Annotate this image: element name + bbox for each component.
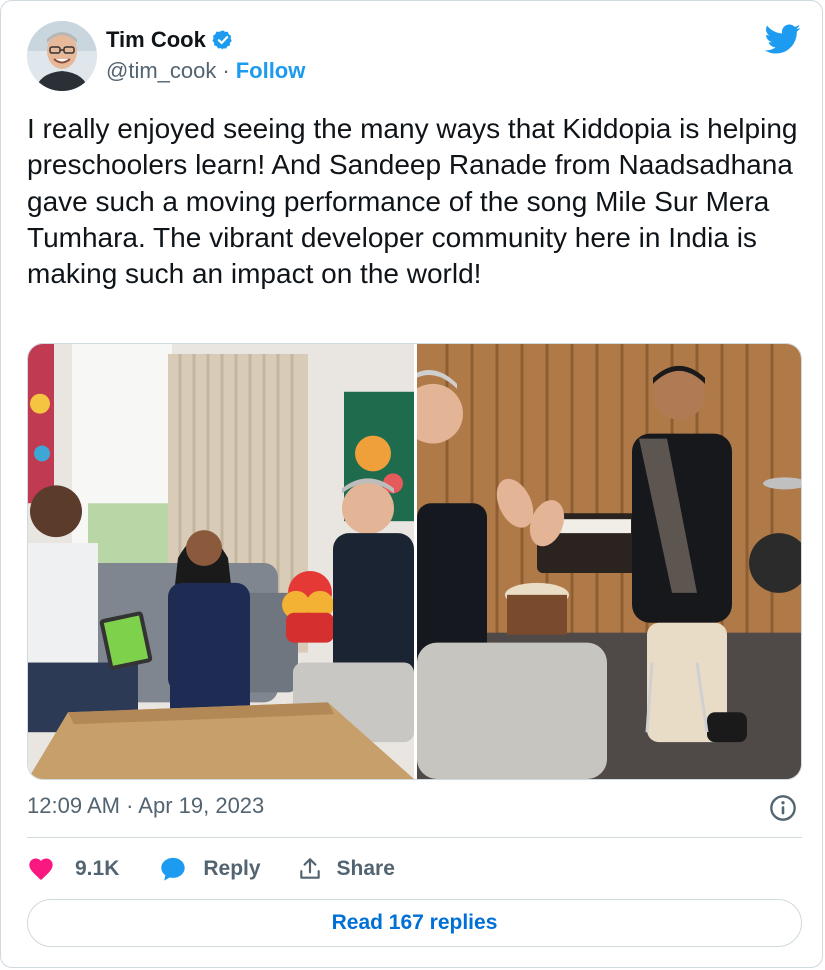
tweet-timestamp[interactable]: 12:09 AM · Apr 19, 2023: [27, 793, 264, 819]
reply-bubble-icon: [161, 857, 186, 881]
reply-action[interactable]: Reply: [159, 855, 261, 883]
author-handle[interactable]: @tim_cook: [106, 58, 216, 84]
reply-label: Reply: [203, 857, 261, 880]
heart-icon: [29, 858, 53, 880]
follow-button[interactable]: Follow: [236, 58, 306, 84]
photo-kiddopia-meeting[interactable]: [28, 344, 414, 779]
tweet-text: I really enjoyed seeing the many ways th…: [27, 113, 798, 290]
separator-dot: ·: [222, 58, 230, 83]
divider: [27, 837, 802, 838]
like-count: 9.1K: [75, 857, 120, 880]
author-name[interactable]: Tim Cook: [106, 27, 206, 53]
read-replies-button[interactable]: Read 167 replies: [27, 899, 802, 947]
tweet-media[interactable]: [27, 343, 802, 780]
avatar[interactable]: [27, 21, 97, 91]
photo-naadsadhana-performance[interactable]: [417, 344, 802, 779]
avatar-portrait: [27, 21, 97, 91]
author-handle-row: @tim_cook · Follow: [106, 58, 305, 84]
share-action[interactable]: Share: [297, 856, 395, 882]
share-label: Share: [336, 857, 395, 880]
like-action[interactable]: 9.1K: [27, 855, 119, 883]
share-upload-icon: [299, 858, 320, 879]
tweet-card: Tim Cook @tim_cook · Follow I really enj…: [0, 0, 823, 968]
twitter-bird-icon[interactable]: [765, 21, 801, 57]
info-icon[interactable]: [769, 794, 797, 822]
verified-badge-icon: [212, 30, 232, 50]
author-name-row: Tim Cook: [106, 27, 234, 53]
tweet-actions: 9.1K Reply Share: [27, 853, 395, 885]
